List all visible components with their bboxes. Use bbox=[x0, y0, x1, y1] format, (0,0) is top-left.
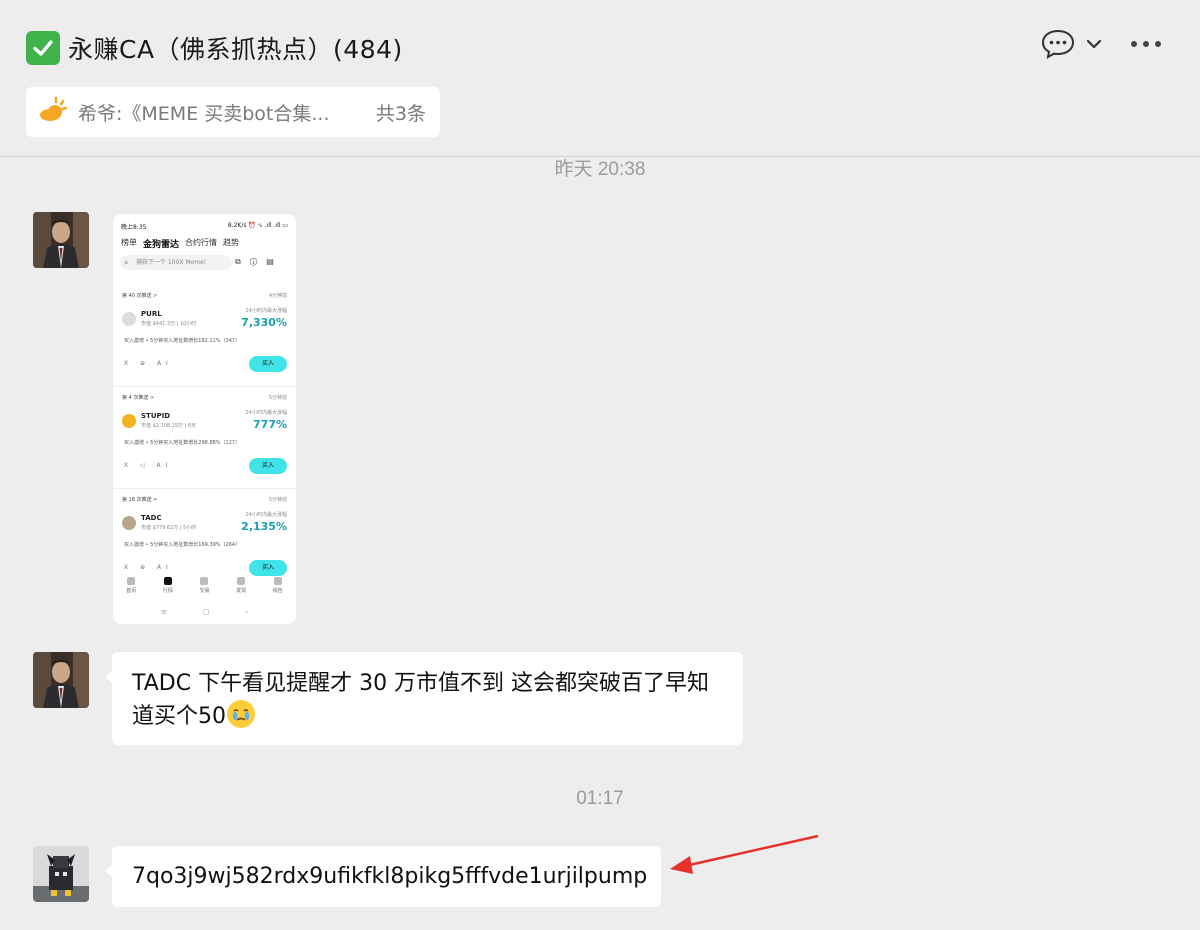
shot-gain-label: 24小时内最大涨幅 bbox=[245, 410, 287, 416]
shot-buy-button: 买入 bbox=[249, 458, 287, 474]
shot-gain: 2,135% bbox=[241, 520, 287, 533]
shot-tab: 趋势 bbox=[223, 238, 240, 247]
chat-bubble-icon[interactable] bbox=[1040, 28, 1076, 60]
shot-nav-item: 首页 bbox=[126, 577, 136, 599]
pinned-count: 共3条 bbox=[375, 102, 426, 125]
shot-token-name: STUPID bbox=[141, 412, 171, 420]
shot-token-name: TADC bbox=[141, 514, 162, 522]
shot-tab: 榜单 bbox=[121, 238, 137, 247]
shot-buy-button: 买入 bbox=[249, 560, 287, 576]
crying-face-emoji-icon bbox=[227, 700, 255, 728]
shot-socials: X ◁ AI bbox=[124, 462, 173, 469]
message-text-end: 道买个50 bbox=[132, 704, 226, 729]
shot-card-alert: 第 4 次推送 > bbox=[122, 395, 155, 401]
shot-search-placeholder: 捕获下一个 100X Meme! bbox=[136, 259, 207, 266]
pinned-message[interactable]: 希爷:《MEME 买卖bot合集... 共3条 bbox=[26, 87, 440, 137]
shot-sys-back: ‹ bbox=[245, 608, 249, 616]
image-message[interactable]: 晚上8:35 8.2K/s ⏰ ∿ .ıll .ıll ▭ 榜单 金狗雷达 合约… bbox=[113, 214, 296, 624]
shot-sys-menu: ≡ bbox=[160, 608, 167, 616]
shot-card-alert: 第 18 次推送 > bbox=[122, 497, 158, 503]
shot-token-name: PURL bbox=[141, 310, 162, 318]
shot-socials: X ⊕ AI bbox=[124, 360, 173, 367]
shot-nav-item: 交易 bbox=[199, 577, 209, 599]
shot-gain: 777% bbox=[253, 418, 287, 431]
message-text-line: TADC 下午看见提醒才 30 万市值不到 这会都突破百了早知 bbox=[132, 671, 710, 696]
message-text: 7qo3j9wj582rdx9ufikfkl8pikg5fffvde1urjil… bbox=[132, 864, 648, 889]
shot-card: 第 4 次推送 > 5分钟前 STUPID 市值 $2,108.15万 | 6天… bbox=[113, 388, 296, 489]
shot-socials: X ⊕ AI bbox=[124, 564, 173, 571]
avatar[interactable] bbox=[33, 212, 89, 268]
shot-status-right: 8.2K/s ⏰ ∿ .ıll .ıll ▭ bbox=[227, 222, 288, 229]
more-icon[interactable] bbox=[1130, 40, 1162, 48]
timestamp: 昨天 20:38 bbox=[554, 159, 646, 180]
shot-card-alert: 第 40 次推送 > bbox=[122, 293, 158, 299]
shot-system-nav: ≡ ▢ ‹ bbox=[113, 608, 296, 616]
pinned-text: 希爷:《MEME 买卖bot合集... bbox=[78, 102, 330, 125]
timestamp: 01:17 bbox=[576, 788, 624, 809]
chevron-down-icon[interactable] bbox=[1086, 38, 1102, 50]
shot-card: 第 40 次推送 > 4分钟前 PURL 市值 $441.3万 | 10小时 2… bbox=[113, 286, 296, 387]
chat-header: 永赚CA（佛系抓热点）(484) 希爷:《MEME 买卖bot合集... 共3条 bbox=[0, 0, 1200, 157]
check-box-icon bbox=[26, 31, 60, 65]
avatar[interactable] bbox=[33, 846, 89, 902]
shot-nav-item: 钱包 bbox=[273, 577, 283, 599]
shot-nav-item-active: 行情 bbox=[163, 577, 173, 599]
shot-search: ⌕ 捕获下一个 100X Meme! bbox=[120, 255, 232, 270]
shot-card-ago: 5分钟前 bbox=[268, 497, 287, 503]
shot-header-icons: ⧉ⓘ▤ bbox=[235, 257, 283, 266]
message-bubble[interactable]: TADC 下午看见提醒才 30 万市值不到 这会都突破百了早知 道买个50 bbox=[105, 652, 743, 745]
search-icon: ⌕ bbox=[124, 258, 129, 267]
token-icon bbox=[122, 414, 136, 428]
avatar[interactable] bbox=[33, 652, 89, 708]
token-icon bbox=[122, 312, 136, 326]
shot-status-time: 晚上8:35 bbox=[121, 224, 147, 231]
shot-token-meta: 市值 $2,108.15万 | 6天 bbox=[141, 423, 197, 429]
shot-tab: 合约行情 bbox=[185, 238, 218, 247]
message-bubble[interactable]: 7qo3j9wj582rdx9ufikfkl8pikg5fffvde1urjil… bbox=[105, 846, 661, 907]
message-text-line: 道买个50 bbox=[132, 700, 733, 733]
shot-gain-label: 24小时内最大涨幅 bbox=[245, 308, 287, 314]
shot-card-ago: 5分钟前 bbox=[268, 395, 287, 401]
shot-card: 第 18 次推送 > 5分钟前 TADC 市值 $779.62万 | 5小时 2… bbox=[113, 490, 296, 591]
shot-signal: 买入激增 • 5分钟买入地址数增长182.11%（347） bbox=[124, 338, 241, 344]
token-icon bbox=[122, 516, 136, 530]
shot-nav-item: 发现 bbox=[236, 577, 246, 599]
header-actions bbox=[1022, 28, 1162, 60]
shot-gain: 7,330% bbox=[241, 316, 287, 329]
shot-bottom-nav: 首页 行情 交易 发现 钱包 bbox=[113, 577, 296, 599]
shot-card-ago: 4分钟前 bbox=[268, 293, 287, 299]
shot-token-meta: 市值 $779.62万 | 5小时 bbox=[141, 525, 197, 531]
title-row: 永赚CA（佛系抓热点）(484) bbox=[26, 30, 403, 66]
shot-tab-active: 金狗雷达 bbox=[143, 240, 180, 250]
shot-token-meta: 市值 $441.3万 | 10小时 bbox=[141, 321, 197, 327]
chat-title[interactable]: 永赚CA（佛系抓热点）(484) bbox=[68, 30, 403, 66]
shot-gain-label: 24小时内最大涨幅 bbox=[245, 512, 287, 518]
shot-buy-button: 买入 bbox=[249, 356, 287, 372]
shot-tabs: 榜单 金狗雷达 合约行情 趋势 bbox=[121, 237, 239, 250]
shot-status-bar: 晚上8:35 8.2K/s ⏰ ∿ .ıll .ıll ▭ bbox=[121, 222, 288, 231]
shot-signal: 买入激增 • 5分钟买入地址数增长169.39%（264） bbox=[124, 542, 241, 548]
pin-sun-icon bbox=[38, 96, 68, 129]
shot-signal: 买入激增 • 5分钟买入地址数增长298.88%（127） bbox=[124, 440, 241, 446]
shot-sys-home: ▢ bbox=[202, 608, 210, 616]
